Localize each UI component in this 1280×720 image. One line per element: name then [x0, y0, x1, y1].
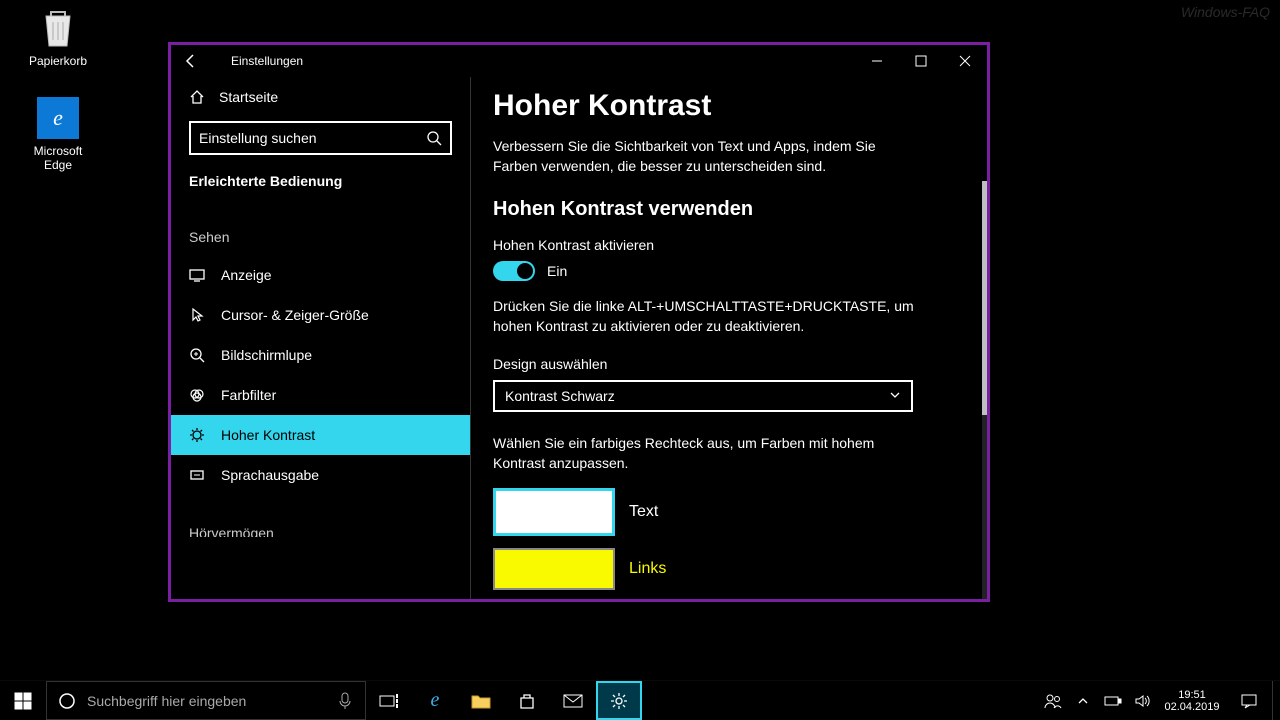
sidebar-item-highcontrast[interactable]: Hoher Kontrast	[171, 415, 470, 455]
tray-chevron-up[interactable]	[1068, 681, 1098, 720]
narrator-icon	[189, 467, 205, 483]
start-button[interactable]	[0, 681, 46, 720]
color-label-text: Text	[629, 503, 658, 521]
cortana-input[interactable]	[87, 693, 325, 709]
folder-icon	[471, 693, 491, 709]
sidebar-item-label: Hoher Kontrast	[221, 427, 315, 443]
task-view-icon	[379, 693, 399, 709]
show-desktop-button[interactable]	[1272, 681, 1280, 720]
sidebar-item-cursor[interactable]: Cursor- & Zeiger-Größe	[171, 295, 470, 335]
cortana-search[interactable]	[46, 681, 366, 720]
select-theme-label: Design auswählen	[493, 356, 965, 372]
tray-volume[interactable]	[1128, 681, 1158, 720]
cortana-icon	[47, 692, 87, 710]
edge-icon: e	[36, 96, 80, 140]
minimize-button[interactable]	[855, 45, 899, 77]
taskbar-app-mail[interactable]	[550, 681, 596, 720]
colorfilter-icon	[189, 387, 205, 403]
edge-icon: e	[431, 689, 440, 712]
category-heading: Erleichterte Bedienung	[171, 169, 470, 199]
display-icon	[189, 267, 205, 283]
taskbar-app-explorer[interactable]	[458, 681, 504, 720]
close-button[interactable]	[943, 45, 987, 77]
recycle-bin[interactable]: Papierkorb	[18, 6, 98, 68]
sidebar: Startseite Erleichterte Bedienung Sehen …	[171, 77, 471, 599]
activate-label: Hohen Kontrast aktivieren	[493, 237, 965, 253]
color-swatch-text[interactable]	[493, 488, 615, 536]
recycle-bin-icon	[36, 6, 80, 50]
section-heading: Sehen	[171, 199, 470, 255]
recycle-bin-label: Papierkorb	[18, 54, 98, 68]
store-icon	[518, 692, 536, 710]
window-title: Einstellungen	[211, 54, 303, 68]
magnifier-icon	[189, 347, 205, 363]
page-title: Hoher Kontrast	[493, 89, 965, 123]
highcontrast-icon	[189, 427, 205, 443]
task-view-button[interactable]	[366, 681, 412, 720]
home-label: Startseite	[219, 89, 278, 105]
tray-people[interactable]	[1038, 681, 1068, 720]
back-button[interactable]	[171, 45, 211, 77]
gear-icon	[610, 692, 628, 710]
sidebar-item-label: Sprachausgabe	[221, 467, 319, 483]
sidebar-item-colorfilter[interactable]: Farbfilter	[171, 375, 470, 415]
tray-clock[interactable]: 19:51 02.04.2019	[1158, 681, 1226, 720]
mic-icon[interactable]	[325, 692, 365, 710]
tray-notifications[interactable]	[1226, 681, 1272, 720]
section-heading-hearing: Hörvermögen	[171, 513, 470, 537]
taskbar-app-edge[interactable]: e	[412, 681, 458, 720]
home-link[interactable]: Startseite	[171, 77, 470, 117]
cursor-icon	[189, 307, 205, 323]
titlebar: Einstellungen	[171, 45, 987, 77]
sidebar-item-narrator[interactable]: Sprachausgabe	[171, 455, 470, 495]
scrollbar[interactable]	[982, 181, 987, 599]
highcontrast-toggle[interactable]	[493, 261, 535, 281]
edge-label: Microsoft Edge	[18, 144, 98, 172]
sidebar-item-magnifier[interactable]: Bildschirmlupe	[171, 335, 470, 375]
mail-icon	[563, 694, 583, 708]
toggle-state: Ein	[547, 263, 567, 279]
theme-select[interactable]: Kontrast Schwarz	[493, 380, 913, 412]
search-input[interactable]	[199, 130, 426, 146]
taskbar-app-store[interactable]	[504, 681, 550, 720]
tray-date: 02.04.2019	[1164, 701, 1219, 713]
tray-battery[interactable]	[1098, 681, 1128, 720]
sidebar-item-label: Farbfilter	[221, 387, 276, 403]
color-hint: Wählen Sie ein farbiges Rechteck aus, um…	[493, 434, 923, 473]
settings-window: Einstellungen Startseite Erleichterte Be…	[168, 42, 990, 602]
page-description: Verbessern Sie die Sichtbarkeit von Text…	[493, 137, 913, 176]
maximize-button[interactable]	[899, 45, 943, 77]
system-tray: 19:51 02.04.2019	[1038, 681, 1280, 720]
search-box[interactable]	[189, 121, 452, 155]
sidebar-item-display[interactable]: Anzeige	[171, 255, 470, 295]
tray-time: 19:51	[1178, 689, 1206, 701]
search-icon	[426, 130, 442, 146]
color-swatch-links[interactable]	[493, 548, 615, 590]
taskbar: e 19:51 02.04.2019	[0, 680, 1280, 720]
shortcut-hint: Drücken Sie die linke ALT-+UMSCHALTTASTE…	[493, 297, 923, 336]
windows-icon	[14, 692, 32, 710]
taskbar-app-settings[interactable]	[596, 681, 642, 720]
scrollbar-thumb[interactable]	[982, 181, 987, 415]
edge-shortcut[interactable]: e Microsoft Edge	[18, 96, 98, 172]
sidebar-item-label: Bildschirmlupe	[221, 347, 312, 363]
content-pane: Hoher Kontrast Verbessern Sie die Sichtb…	[471, 77, 987, 599]
theme-select-value: Kontrast Schwarz	[505, 388, 615, 404]
color-label-links: Links	[629, 560, 666, 578]
sidebar-item-label: Cursor- & Zeiger-Größe	[221, 307, 369, 323]
chevron-down-icon	[889, 388, 901, 404]
use-heading: Hohen Kontrast verwenden	[493, 198, 965, 221]
watermark: Windows-FAQ	[1181, 4, 1270, 20]
sidebar-item-label: Anzeige	[221, 267, 272, 283]
